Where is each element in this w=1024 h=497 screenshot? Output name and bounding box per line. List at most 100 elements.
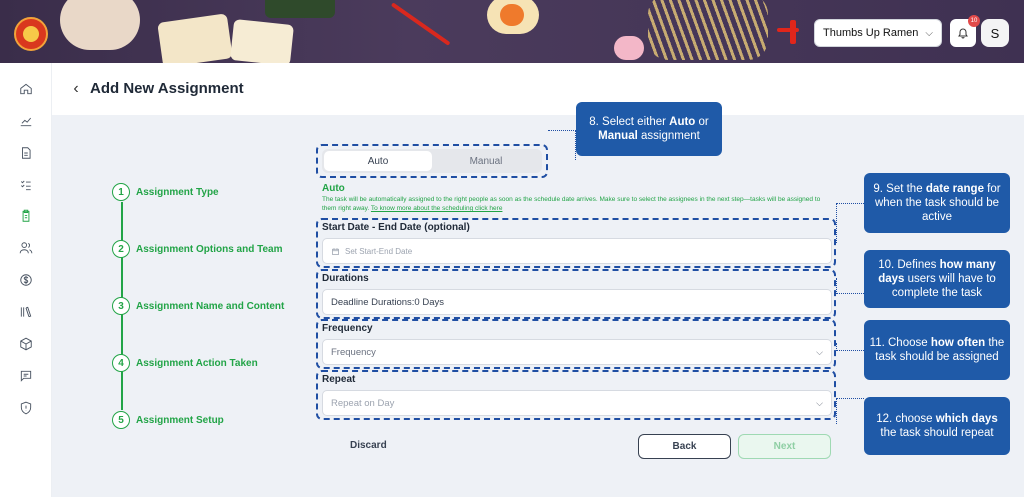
scheduling-help-link[interactable]: To know more about the scheduling click … <box>371 205 503 212</box>
assignment-type-description: The task will be automatically assigned … <box>322 195 822 213</box>
selected-type-title: Auto <box>322 183 345 194</box>
step-label: Assignment Options and Team <box>136 243 283 255</box>
sidebar-item-finance[interactable] <box>16 270 36 290</box>
bell-icon <box>958 28 968 39</box>
callout-11: 11. Choose how often the task should be … <box>864 320 1010 380</box>
repeat-label: Repeat <box>322 374 356 385</box>
callout-9: 9. Set the date range for when the task … <box>864 173 1010 233</box>
step-number: 4 <box>112 354 130 372</box>
chevron-down-icon: ⌵ <box>925 27 933 39</box>
banner-decoration <box>157 13 233 63</box>
step-number: 2 <box>112 240 130 258</box>
date-range-label: Start Date - End Date (optional) <box>322 222 470 233</box>
date-range-input[interactable]: Set Start-End Date <box>322 238 832 264</box>
chat-icon <box>20 370 32 382</box>
assignment-type-toggle: Auto Manual <box>322 149 542 173</box>
sidebar-item-checklist[interactable] <box>16 175 36 195</box>
toggle-auto[interactable]: Auto <box>324 151 432 171</box>
sidebar-item-users[interactable] <box>16 238 36 258</box>
clipboard-icon <box>22 209 30 222</box>
date-range-placeholder: Set Start-End Date <box>345 246 413 256</box>
callout-10: 10. Defines how many days users will hav… <box>864 250 1010 308</box>
banner-decoration <box>614 36 644 60</box>
users-icon <box>19 242 33 254</box>
banner-decoration <box>60 0 140 50</box>
chevron-down-icon: ⌵ <box>816 346 823 357</box>
sidebar-item-library[interactable] <box>16 302 36 322</box>
callout-text: 10. Defines <box>878 259 940 271</box>
step-2[interactable]: 2 Assignment Options and Team <box>112 240 283 258</box>
notification-badge: 10 <box>968 15 980 27</box>
header-banner: Thumbs Up Ramen ⌵ 10 S <box>0 0 1024 63</box>
step-4[interactable]: 4 Assignment Action Taken <box>112 354 258 372</box>
callout-bold: how often <box>930 337 986 349</box>
callout-bold: Manual <box>598 130 638 142</box>
step-label: Assignment Name and Content <box>136 300 285 312</box>
sidebar-item-analytics[interactable] <box>16 111 36 131</box>
checklist-icon <box>21 180 31 191</box>
callout-bold: date range <box>925 183 984 195</box>
sidebar-item-home[interactable] <box>16 79 36 99</box>
toggle-manual[interactable]: Manual <box>432 151 540 171</box>
page-header: ‹ Add New Assignment <box>52 63 1024 115</box>
document-icon <box>22 147 31 159</box>
sidebar-item-inventory[interactable] <box>16 334 36 354</box>
box-icon <box>20 337 32 351</box>
callout-bold: Auto <box>669 116 696 128</box>
sidebar-item-assignments[interactable] <box>16 206 36 226</box>
step-label: Assignment Setup <box>136 414 224 426</box>
callout-12: 12. choose which days the task should re… <box>864 397 1010 455</box>
banner-decoration <box>230 18 294 63</box>
step-label: Assignment Type <box>136 186 219 198</box>
chart-icon <box>20 117 32 127</box>
callout-text: assignment <box>637 130 700 142</box>
home-icon <box>20 83 32 95</box>
callout-8: 8. Select either Auto or Manual assignmen… <box>576 102 722 156</box>
callout-bold: which days <box>935 413 998 425</box>
durations-label: Durations <box>322 273 369 284</box>
durations-value: Deadline Durations:0 Days <box>331 296 445 308</box>
page-title: Add New Assignment <box>90 80 244 97</box>
banner-decoration <box>265 0 335 18</box>
step-1[interactable]: 1 Assignment Type <box>112 183 219 201</box>
callout-text: 11. Choose <box>869 337 931 349</box>
callout-text: 12. choose <box>876 413 936 425</box>
callout-text: users will have to complete the task <box>891 273 996 299</box>
sidebar-item-messages[interactable] <box>16 366 36 386</box>
callout-text: or <box>695 116 709 128</box>
back-button[interactable]: Back <box>638 434 731 459</box>
chevron-down-icon: ⌵ <box>816 397 823 408</box>
shield-icon <box>20 401 32 415</box>
banner-decoration <box>648 0 768 60</box>
step-3[interactable]: 3 Assignment Name and Content <box>112 297 284 315</box>
store-selector[interactable]: Thumbs Up Ramen ⌵ <box>814 19 942 47</box>
sidebar-item-security[interactable] <box>16 398 36 418</box>
banner-decoration <box>390 2 451 46</box>
books-icon <box>20 306 32 318</box>
step-label: Assignment Action Taken <box>136 357 258 369</box>
frequency-label: Frequency <box>322 323 373 334</box>
callout-text: 8. Select either <box>589 116 670 128</box>
calendar-icon <box>332 247 339 255</box>
banner-decoration <box>790 20 796 44</box>
sidebar <box>0 63 52 497</box>
dollar-icon <box>20 274 32 286</box>
store-selector-value: Thumbs Up Ramen <box>823 27 919 39</box>
discard-button[interactable]: Discard <box>350 440 387 451</box>
step-5[interactable]: 5 Assignment Setup <box>112 411 224 429</box>
step-number: 3 <box>112 297 130 315</box>
repeat-select[interactable]: Repeat on Day ⌵ <box>322 390 832 416</box>
durations-input[interactable]: Deadline Durations:0 Days <box>322 289 832 315</box>
back-arrow-icon[interactable]: ‹ <box>68 80 84 98</box>
sidebar-item-documents[interactable] <box>16 143 36 163</box>
frequency-select[interactable]: Frequency ⌵ <box>322 339 832 365</box>
user-avatar[interactable]: S <box>981 19 1009 47</box>
frequency-value: Frequency <box>331 346 376 358</box>
repeat-placeholder: Repeat on Day <box>331 397 395 409</box>
callout-text: 9. Set the <box>873 183 926 195</box>
callout-text: the task should repeat <box>880 427 994 439</box>
step-number: 1 <box>112 183 130 201</box>
banner-decoration <box>500 4 524 26</box>
next-button[interactable]: Next <box>738 434 831 459</box>
brand-logo <box>14 17 48 51</box>
